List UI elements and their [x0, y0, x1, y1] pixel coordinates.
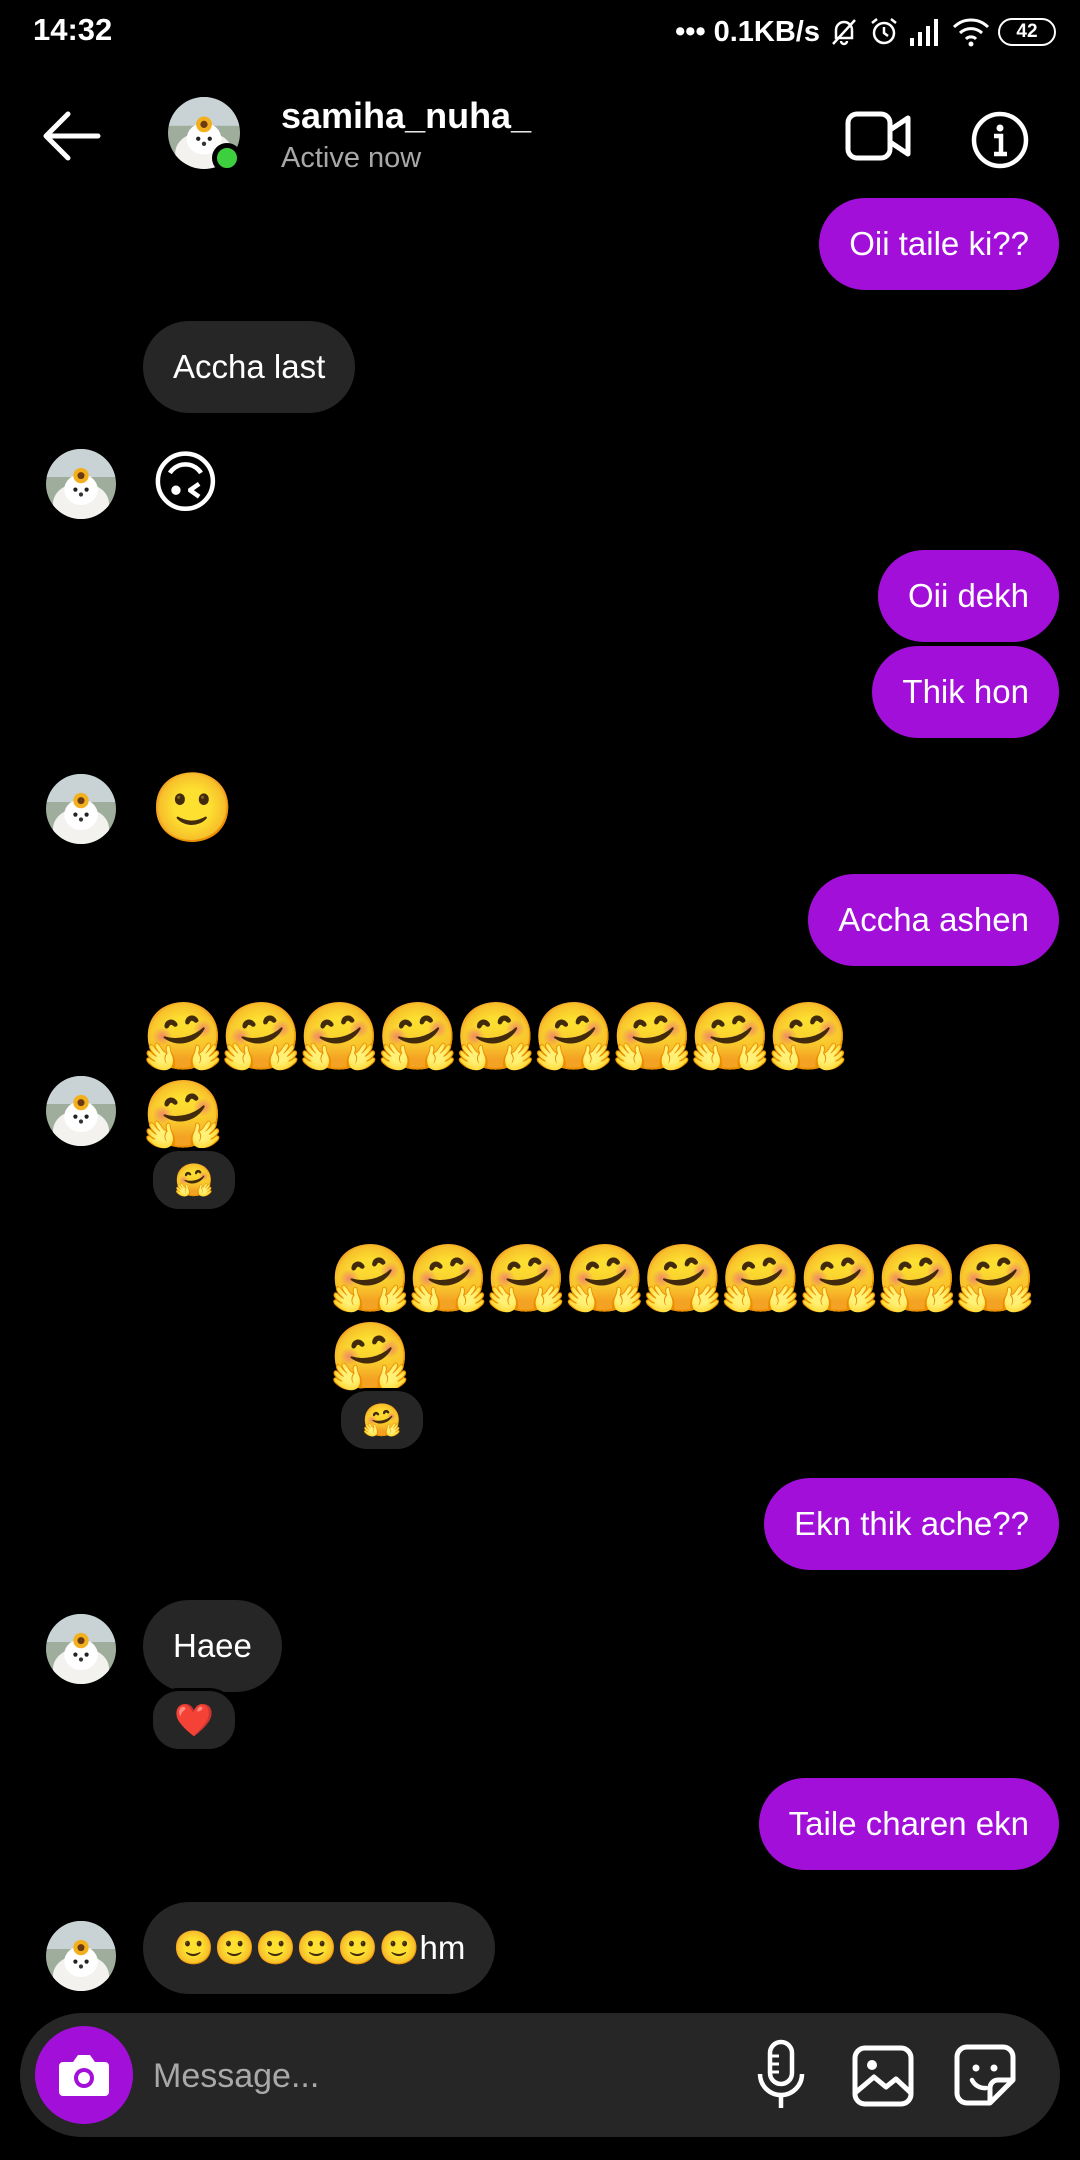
microphone-icon[interactable] [752, 2038, 810, 2114]
received-message[interactable]: Haee [143, 1600, 282, 1692]
wifi-icon [952, 18, 990, 47]
sticker-icon[interactable] [952, 2042, 1018, 2108]
received-emoji-message[interactable]: 🙃 [150, 444, 221, 522]
sent-message[interactable]: Taile charen ekn [758, 1778, 1059, 1870]
avatar[interactable] [46, 1921, 116, 1991]
sent-message[interactable]: Oii taile ki?? [819, 198, 1059, 290]
camera-button[interactable] [35, 2026, 133, 2124]
received-message[interactable]: 🙂🙂🙂🙂🙂🙂hm [143, 1902, 496, 1994]
sent-message[interactable]: Accha ashen [808, 874, 1059, 966]
status-time: 14:32 [33, 12, 113, 47]
gallery-icon[interactable] [850, 2043, 916, 2109]
received-message[interactable]: Accha last [143, 321, 356, 413]
signal-icon [910, 19, 938, 46]
sent-message[interactable]: Oii dekh [877, 550, 1059, 642]
mute-bell-icon [832, 19, 856, 46]
avatar[interactable] [46, 449, 116, 519]
contact-status: Active now [281, 142, 422, 174]
sent-emoji-message[interactable]: 🤗🤗🤗🤗🤗🤗🤗🤗🤗 [329, 1238, 1037, 1318]
received-emoji-message[interactable]: 🤗🤗🤗🤗🤗🤗🤗🤗🤗 [142, 996, 850, 1076]
alarm-icon [871, 18, 897, 45]
message-reaction[interactable]: 🤗 [150, 1148, 238, 1212]
back-arrow-icon[interactable] [38, 108, 102, 164]
battery-indicator: 42 [998, 18, 1056, 46]
received-emoji-message[interactable]: 🙂 [150, 769, 235, 847]
sent-emoji-message-line2[interactable]: 🤗 [329, 1316, 411, 1396]
received-emoji-message-line2[interactable]: 🤗 [142, 1074, 224, 1154]
status-icons: ••• 0.1KB/s 42 [675, 12, 1056, 52]
message-input[interactable] [151, 2040, 715, 2112]
camera-icon [59, 2055, 109, 2096]
sent-message[interactable]: Thik hon [872, 646, 1059, 738]
avatar[interactable] [46, 1076, 116, 1146]
more-dots-icon: ••• [675, 15, 706, 48]
avatar[interactable] [46, 1614, 116, 1684]
online-indicator [212, 143, 242, 173]
message-reaction[interactable]: ❤️ [150, 1688, 238, 1752]
contact-username[interactable]: samiha_nuha_ [281, 95, 531, 137]
message-reaction[interactable]: 🤗 [338, 1388, 426, 1452]
video-call-icon[interactable] [845, 110, 911, 162]
sent-message[interactable]: Ekn thik ache?? [764, 1478, 1059, 1570]
network-speed: 0.1KB/s [713, 15, 820, 48]
info-icon[interactable] [970, 110, 1030, 170]
avatar[interactable] [46, 774, 116, 844]
